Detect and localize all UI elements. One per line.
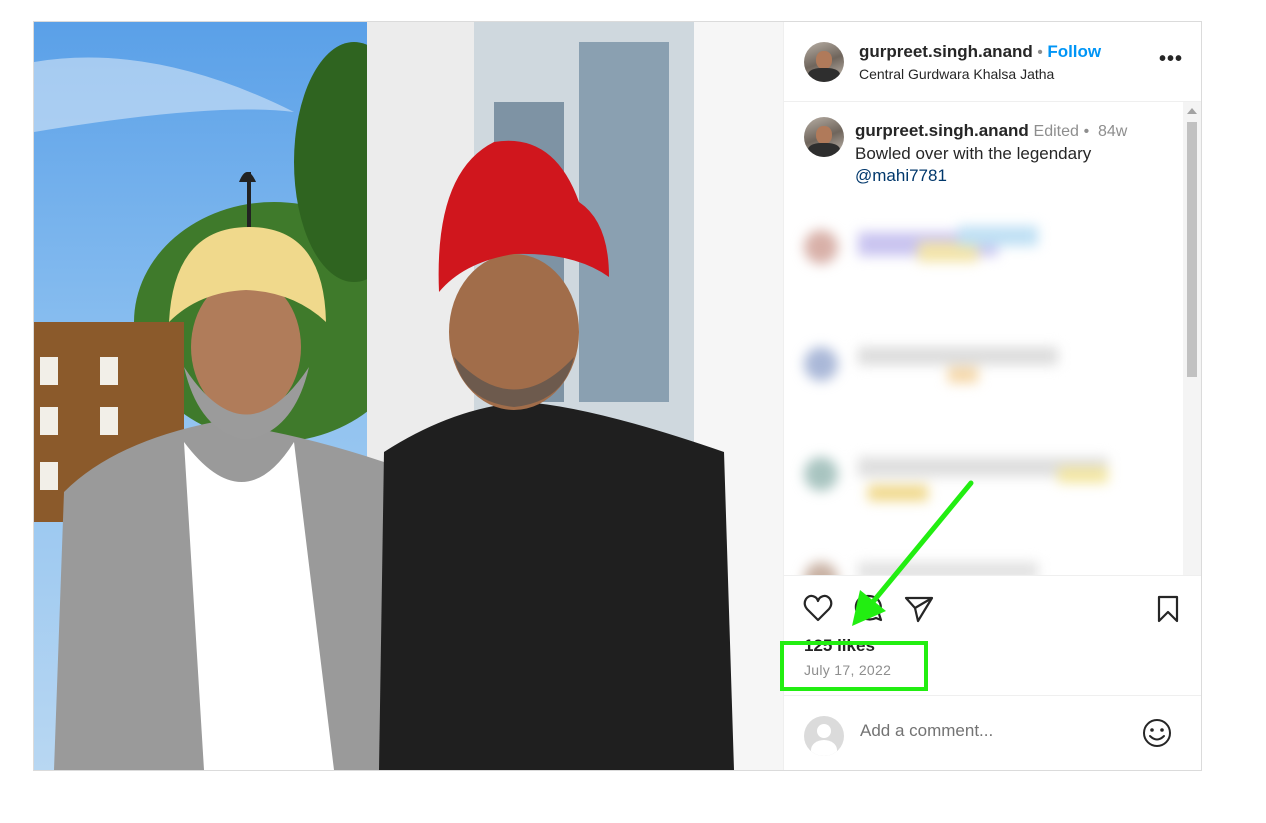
caption-avatar[interactable] <box>804 117 844 157</box>
caption-age[interactable]: 84w <box>1098 123 1127 140</box>
post-dialog: gurpreet.singh.anand • Follow Central Gu… <box>33 21 1202 771</box>
heart-icon[interactable] <box>803 594 833 627</box>
smiley-icon[interactable] <box>1142 718 1172 753</box>
comment-icon[interactable] <box>853 594 883 627</box>
author-avatar[interactable] <box>804 42 844 82</box>
caption-mention[interactable]: @mahi7781 <box>855 165 1175 187</box>
scrollbar-thumb[interactable] <box>1187 122 1197 377</box>
photo-illustration <box>34 22 783 770</box>
bookmark-icon[interactable] <box>1156 595 1180 628</box>
follow-button[interactable]: Follow <box>1047 42 1101 61</box>
edited-label: Edited <box>1033 123 1079 140</box>
comment-input[interactable] <box>860 718 1120 744</box>
blurred-comment <box>798 437 1178 537</box>
more-options-icon[interactable]: ••• <box>1159 48 1183 71</box>
post-photo[interactable] <box>34 22 783 770</box>
caption-text: Bowled over with the legendary <box>855 144 1092 163</box>
current-user-avatar <box>804 716 844 756</box>
blurred-comment <box>798 542 1178 575</box>
comments-section[interactable]: gurpreet.singh.anand Edited • 84w Bowled… <box>784 102 1201 575</box>
header-username[interactable]: gurpreet.singh.anand <box>859 42 1033 61</box>
header-separator: • <box>1037 44 1043 61</box>
caption-username[interactable]: gurpreet.singh.anand <box>855 121 1029 140</box>
post-header: gurpreet.singh.anand • Follow Central Gu… <box>784 22 1201 102</box>
caption-separator: • <box>1083 123 1090 140</box>
add-comment-bar <box>784 695 1201 771</box>
blurred-comment <box>798 327 1178 427</box>
caption: gurpreet.singh.anand Edited • 84w Bowled… <box>855 120 1175 187</box>
header-title-line: gurpreet.singh.anand • Follow <box>859 42 1101 62</box>
comments-scrollbar[interactable] <box>1183 102 1201 575</box>
highlight-box <box>780 641 928 691</box>
send-icon[interactable] <box>904 595 934 628</box>
blurred-comment <box>798 212 1178 312</box>
scroll-up-arrow-icon[interactable] <box>1187 108 1197 114</box>
location-link[interactable]: Central Gurdwara Khalsa Jatha <box>859 66 1054 82</box>
